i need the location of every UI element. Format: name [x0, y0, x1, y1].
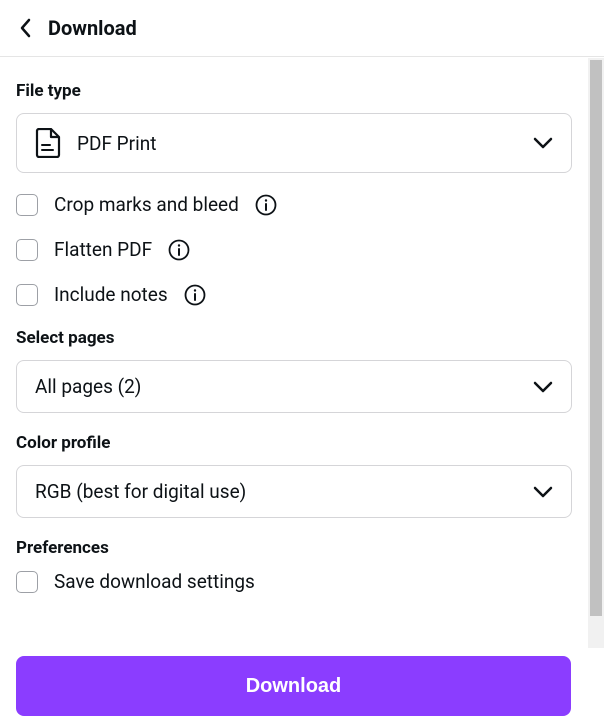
include-notes-row: Include notes	[16, 283, 572, 306]
content-area: File type PDF Print Crop marks and bleed	[0, 57, 588, 593]
chevron-down-icon	[533, 486, 553, 498]
file-type-dropdown[interactable]: PDF Print	[16, 113, 572, 173]
flatten-pdf-checkbox[interactable]	[16, 239, 38, 261]
flatten-pdf-label: Flatten PDF	[54, 238, 152, 261]
save-settings-label: Save download settings	[54, 570, 255, 593]
file-type-value: PDF Print	[77, 132, 156, 155]
save-settings-checkbox[interactable]	[16, 571, 38, 593]
crop-marks-label: Crop marks and bleed	[54, 193, 239, 216]
panel-header: Download	[0, 0, 604, 57]
crop-marks-row: Crop marks and bleed	[16, 193, 572, 216]
color-profile-label: Color profile	[16, 433, 572, 453]
page-title: Download	[48, 16, 137, 40]
file-pdf-icon	[35, 128, 61, 158]
include-notes-label: Include notes	[54, 283, 168, 306]
flatten-pdf-row: Flatten PDF	[16, 238, 572, 261]
select-pages-dropdown[interactable]: All pages (2)	[16, 360, 572, 413]
select-pages-value: All pages (2)	[35, 375, 141, 398]
crop-marks-checkbox[interactable]	[16, 194, 38, 216]
back-icon[interactable]	[20, 18, 32, 38]
select-pages-label: Select pages	[16, 328, 572, 348]
file-type-label: File type	[16, 81, 572, 101]
download-button[interactable]: Download	[16, 656, 571, 716]
info-icon[interactable]	[168, 239, 190, 261]
scrollbar-thumb[interactable]	[590, 60, 602, 616]
chevron-down-icon	[533, 137, 553, 149]
chevron-down-icon	[533, 381, 553, 393]
include-notes-checkbox[interactable]	[16, 284, 38, 306]
preferences-label: Preferences	[16, 538, 572, 558]
color-profile-dropdown[interactable]: RGB (best for digital use)	[16, 465, 572, 518]
save-settings-row: Save download settings	[16, 570, 572, 593]
info-icon[interactable]	[255, 194, 277, 216]
color-profile-value: RGB (best for digital use)	[35, 480, 246, 503]
info-icon[interactable]	[184, 284, 206, 306]
